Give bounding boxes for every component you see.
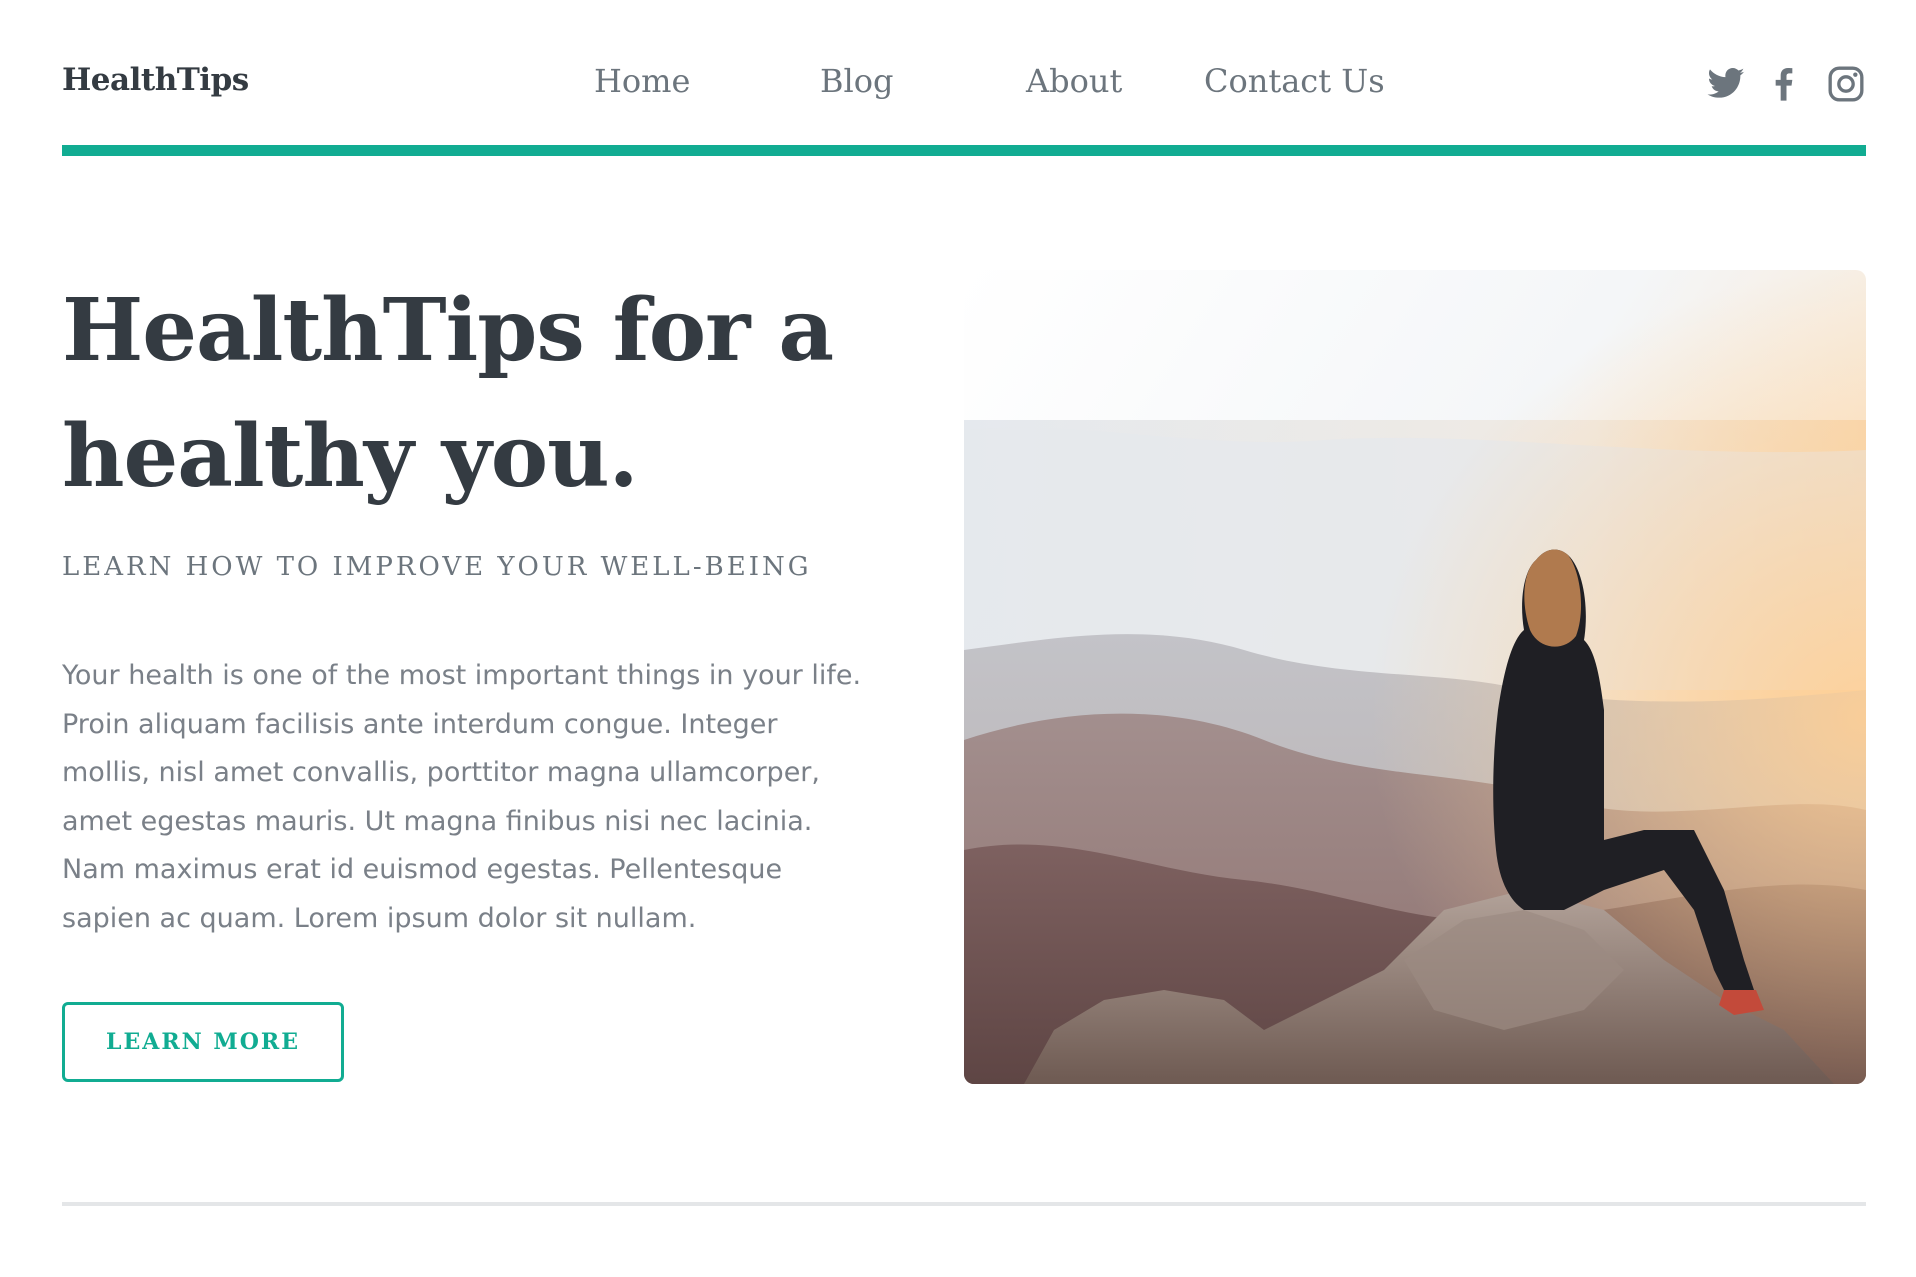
main-nav: Home Blog About Contact Us bbox=[62, 62, 1866, 106]
nav-item-blog[interactable]: Blog bbox=[820, 62, 894, 100]
learn-more-button[interactable]: LEARN MORE bbox=[62, 1002, 344, 1082]
instagram-icon[interactable] bbox=[1826, 64, 1866, 104]
hero-title: HealthTips for a healthy you. bbox=[62, 280, 834, 507]
site-header: HealthTips Home Blog About Contact Us bbox=[62, 0, 1866, 156]
social-links bbox=[1696, 64, 1866, 106]
header-accent-bar bbox=[62, 145, 1866, 156]
hero-body-text: Your health is one of the most important… bbox=[62, 660, 862, 934]
section-divider bbox=[62, 1202, 1866, 1206]
nav-item-contact[interactable]: Contact Us bbox=[1204, 62, 1385, 100]
nav-item-about[interactable]: About bbox=[1026, 62, 1122, 100]
hero-image bbox=[964, 270, 1866, 1084]
hero-subtitle: LEARN HOW TO IMPROVE YOUR WELL-BEING bbox=[62, 552, 812, 582]
nav-item-home[interactable]: Home bbox=[594, 62, 690, 100]
facebook-icon[interactable] bbox=[1764, 64, 1804, 104]
twitter-icon[interactable] bbox=[1706, 64, 1746, 104]
